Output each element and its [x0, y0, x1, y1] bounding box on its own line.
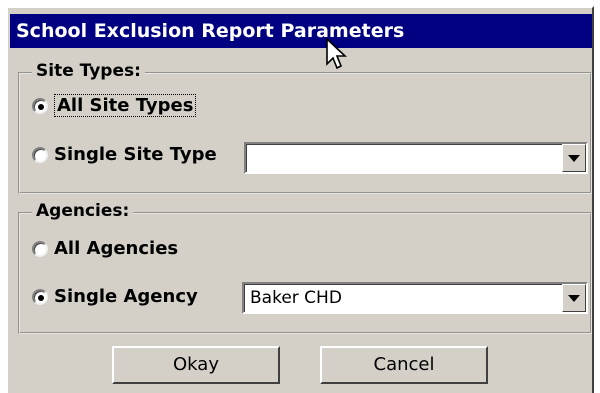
agency-select-value: Baker CHD [250, 288, 342, 308]
chevron-down-icon [568, 294, 580, 302]
radio-unchecked-icon[interactable] [32, 240, 48, 257]
all-site-types-radio[interactable]: All Site Types [32, 94, 197, 117]
site-types-legend: Site Types: [32, 60, 145, 82]
single-agency-radio[interactable]: Single Agency [32, 286, 198, 307]
all-agencies-label: All Agencies [54, 238, 179, 259]
chevron-down-icon [568, 154, 580, 162]
radio-checked-icon[interactable] [32, 97, 48, 114]
site-type-select[interactable] [244, 142, 588, 174]
agency-dropdown-button[interactable] [562, 284, 586, 312]
agency-select[interactable]: Baker CHD [242, 282, 588, 314]
okay-button[interactable]: Okay [112, 346, 280, 384]
radio-unchecked-icon[interactable] [32, 146, 48, 163]
site-type-dropdown-button[interactable] [562, 144, 586, 172]
dialog-title: School Exclusion Report Parameters [10, 14, 592, 48]
radio-checked-icon[interactable] [32, 288, 48, 305]
agencies-group: Agencies: All Agencies Single Agency Bak… [18, 200, 592, 334]
single-site-type-radio[interactable]: Single Site Type [32, 144, 217, 165]
site-types-group: Site Types: All Site Types Single Site T… [18, 60, 592, 194]
cancel-button[interactable]: Cancel [320, 346, 488, 384]
all-agencies-radio[interactable]: All Agencies [32, 238, 178, 259]
mouse-pointer-icon [326, 38, 348, 70]
single-site-type-label: Single Site Type [54, 144, 217, 165]
single-agency-label: Single Agency [54, 286, 198, 307]
all-site-types-label: All Site Types [54, 94, 197, 117]
agencies-legend: Agencies: [32, 200, 134, 222]
